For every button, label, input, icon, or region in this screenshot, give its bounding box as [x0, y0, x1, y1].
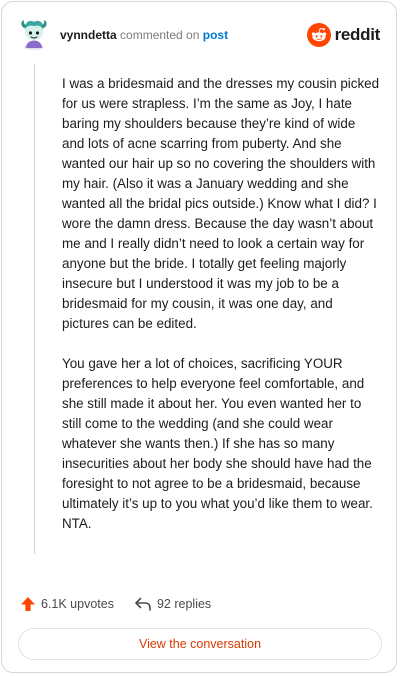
- comment-stats: 6.1K upvotes 92 replies: [20, 594, 211, 614]
- replies-count: 92 replies: [156, 597, 212, 611]
- brand-wordmark: reddit: [334, 25, 381, 44]
- comment-header: vynndetta commented on post reddit: [18, 18, 380, 54]
- upvotes-count: 6.1K upvotes: [41, 597, 114, 611]
- reddit-logo-icon: [306, 23, 331, 47]
- comment-body: I was a bridesmaid and the dresses my co…: [62, 74, 380, 554]
- upvotes-stat[interactable]: 6.1K upvotes: [20, 596, 114, 612]
- reply-arrow-icon: [135, 597, 151, 611]
- post-link[interactable]: post: [203, 28, 228, 42]
- comment-meta: vynndetta commented on post: [60, 28, 228, 42]
- action-text: commented on: [120, 28, 200, 42]
- comment-card: vynndetta commented on post reddit I was…: [1, 1, 397, 673]
- comment-paragraph: I was a bridesmaid and the dresses my co…: [62, 76, 380, 331]
- username-link[interactable]: vynndetta: [60, 28, 117, 42]
- thread-line: [34, 64, 35, 554]
- comment-paragraph: You gave her a lot of choices, sacrifici…: [62, 356, 373, 531]
- view-conversation-button[interactable]: View the conversation: [18, 628, 382, 660]
- upvote-arrow-icon: [21, 597, 35, 611]
- snoo-avatar-icon[interactable]: [18, 18, 50, 50]
- reddit-brand[interactable]: reddit: [306, 22, 381, 48]
- replies-stat[interactable]: 92 replies: [134, 596, 211, 612]
